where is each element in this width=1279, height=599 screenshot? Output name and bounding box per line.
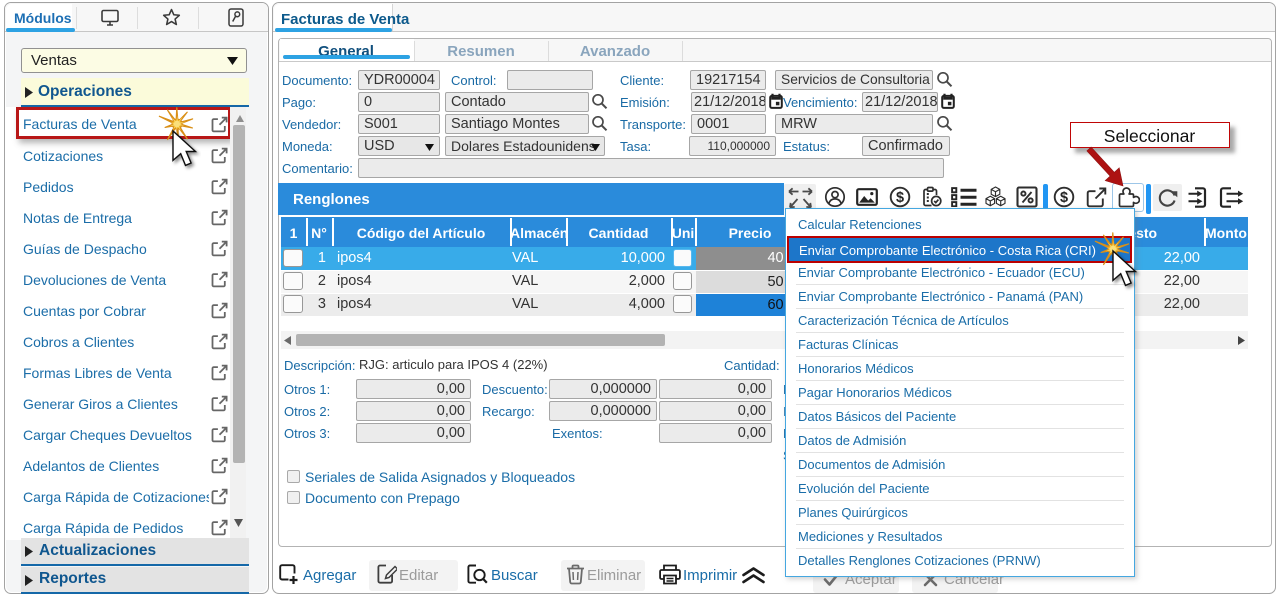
svg-text:$: $ [896, 190, 904, 206]
svg-text:$: $ [1060, 190, 1068, 206]
